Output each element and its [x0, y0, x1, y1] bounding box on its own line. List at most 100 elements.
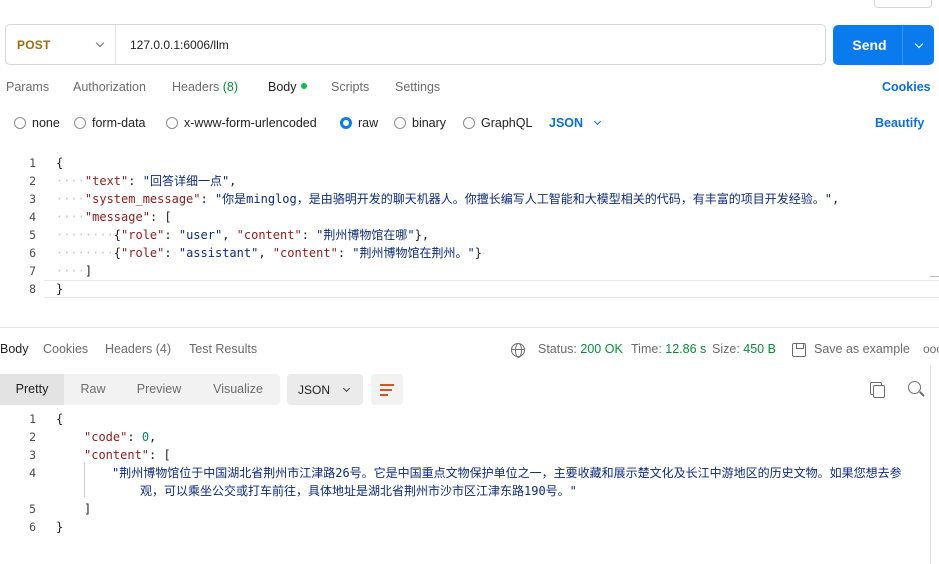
save-icon[interactable] [792, 343, 806, 357]
line-number: 5 [29, 502, 36, 516]
radio-binary-label: binary [412, 116, 447, 130]
radio-circle [463, 117, 475, 129]
line-number: 3 [29, 448, 36, 462]
chevron-down-icon [342, 384, 351, 392]
radio-form-data[interactable]: form-data [74, 116, 146, 130]
tab-headers-label: Headers [172, 80, 220, 94]
request-tabs: Params Authorization Headers (8) Body Sc… [0, 80, 939, 100]
tab-params[interactable]: Params [6, 80, 49, 94]
line-number: 2 [29, 430, 36, 444]
radio-graphql[interactable]: GraphQL [463, 116, 532, 130]
chevron-down-icon [914, 39, 923, 48]
search-icon[interactable] [908, 381, 921, 394]
window-control-stub [874, 0, 932, 8]
resp-tab-headers[interactable]: Headers (4) [105, 342, 171, 356]
tab-authorization[interactable]: Authorization [73, 80, 146, 94]
line-number: 4 [29, 210, 36, 224]
line-number: 4 [29, 466, 36, 480]
beautify-button[interactable]: Beautify [875, 116, 924, 130]
send-button[interactable]: Send [833, 37, 902, 53]
scroll-marker [930, 276, 939, 277]
code-line: ····"system_message": "你是minglog，是由骆明开发的… [56, 192, 840, 206]
response-header-bar: Body Cookies Headers (4) Test Results St… [0, 342, 939, 360]
tab-scripts[interactable]: Scripts [331, 80, 369, 94]
code-line: { [56, 412, 64, 426]
radio-none[interactable]: none [14, 116, 60, 130]
radio-form-data-label: form-data [92, 116, 146, 130]
line-number: 8 [29, 282, 36, 296]
view-raw[interactable]: Raw [64, 374, 122, 405]
line-number: 1 [29, 156, 36, 170]
code-line: ····] [56, 264, 93, 278]
line-number: 6 [29, 520, 36, 534]
line-number: 1 [29, 412, 36, 426]
response-format-label: JSON [298, 382, 331, 397]
send-button-group: Send [833, 25, 934, 65]
method-selector[interactable]: POST [6, 25, 116, 64]
radio-circle [166, 117, 178, 129]
code-line-wrapped: 观，可以乘坐公交或打车前往，具体地址是湖北省荆州市沙市区江津东路190号。" [140, 484, 577, 498]
view-visualize[interactable]: Visualize [196, 374, 280, 405]
code-line: ········{"role": "user", "content": "荆州博… [56, 228, 430, 242]
line-number: 5 [29, 228, 36, 242]
tab-body[interactable]: Body [268, 80, 307, 94]
raw-format-label: JSON [549, 116, 584, 130]
radio-urlencoded[interactable]: x-www-form-urlencoded [166, 116, 317, 130]
radio-binary[interactable]: binary [394, 116, 446, 130]
line-number: 6 [29, 246, 36, 260]
copy-icon[interactable] [870, 382, 885, 398]
response-scroll-edge [930, 365, 931, 564]
resp-tab-body[interactable]: Body [0, 342, 29, 356]
radio-circle [340, 117, 352, 129]
line-number: 3 [29, 192, 36, 206]
resp-tab-test-results[interactable]: Test Results [189, 342, 257, 356]
save-as-example-button[interactable]: Save as example [814, 342, 910, 356]
tab-settings[interactable]: Settings [395, 80, 440, 94]
headers-count: (8) [222, 80, 239, 94]
radio-raw-label: raw [358, 116, 379, 130]
pane-divider[interactable] [0, 327, 939, 328]
time-info[interactable]: Time: 12.86 s [631, 342, 706, 356]
radio-graphql-label: GraphQL [481, 116, 533, 130]
tab-headers[interactable]: Headers (8) [172, 80, 238, 94]
code-line: "code": 0, [84, 430, 157, 444]
send-dropdown-button[interactable] [902, 25, 934, 65]
view-pretty[interactable]: Pretty [0, 374, 64, 405]
code-line: { [56, 156, 64, 170]
response-toolbar: Pretty Raw Preview Visualize JSON [0, 374, 939, 405]
chevron-down-icon [95, 38, 105, 48]
radio-circle [14, 117, 26, 129]
radio-circle [74, 117, 86, 129]
url-input[interactable]: 127.0.0.1:6006/llm [116, 38, 229, 52]
resp-tab-cookies[interactable]: Cookies [43, 342, 88, 356]
radio-raw[interactable]: raw [340, 116, 378, 130]
radio-urlencoded-label: x-www-form-urlencoded [184, 116, 317, 130]
globe-icon[interactable] [511, 343, 525, 358]
wrap-lines-icon[interactable] [371, 374, 403, 405]
cookies-link[interactable]: Cookies [882, 80, 931, 94]
body-type-options: none form-data x-www-form-urlencoded raw… [0, 116, 939, 134]
more-options-icon[interactable]: ooo [923, 342, 939, 356]
response-format-selector[interactable]: JSON [287, 374, 363, 405]
status-info[interactable]: Status: 200 OK [538, 342, 623, 356]
line-number: 7 [29, 264, 36, 278]
method-label: POST [17, 37, 51, 52]
code-line: ] [84, 502, 92, 516]
chevron-down-icon [594, 117, 602, 126]
raw-format-selector[interactable]: JSON [549, 116, 602, 130]
code-line: } [56, 282, 64, 296]
response-body-viewer[interactable]: 1 { 2 "code": 0, 3 "content": [ 4 "荆州博物馆位于中国… [0, 410, 939, 550]
size-info[interactable]: Size: 450 B [712, 342, 776, 356]
view-preview[interactable]: Preview [122, 374, 196, 405]
code-line: "content": [ [84, 448, 171, 462]
code-line: "荆州博物馆位于中国湖北省荆州市江津路26号。它是中国重点文物保护单位之一，主要… [112, 466, 902, 480]
code-line: ········{"role": "assistant", "content":… [56, 246, 482, 260]
code-line: ····"text": "回答详细一点", [56, 174, 237, 188]
code-line: ····"message": [ [56, 210, 172, 224]
request-body-editor[interactable]: 1 { 2 ····"text": "回答详细一点", 3 ····"system_m… [0, 154, 939, 324]
radio-none-label: none [32, 116, 60, 130]
request-url-bar: POST 127.0.0.1:6006/llm [5, 24, 826, 65]
tab-body-label: Body [268, 80, 297, 94]
view-mode-segment: Pretty Raw Preview Visualize [0, 374, 280, 405]
indent-guide [84, 462, 85, 498]
